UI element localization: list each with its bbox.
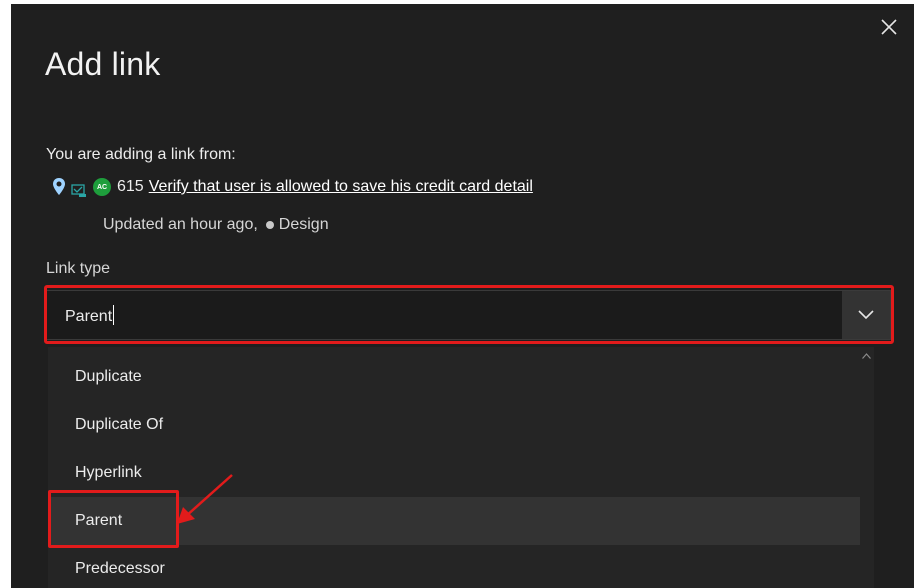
scroll-up-icon[interactable] <box>862 353 871 359</box>
state-dot-icon <box>265 221 274 229</box>
dropdown-option-duplicate[interactable]: Duplicate <box>48 353 860 401</box>
updated-text: Updated an hour ago, <box>103 216 258 233</box>
test-case-icon <box>71 184 86 197</box>
link-type-input[interactable]: Parent <box>65 305 115 326</box>
source-work-item: AC 615 Verify that user is allowed to sa… <box>51 174 533 200</box>
add-link-dialog: Add link You are adding a link from: AC … <box>11 4 914 588</box>
avatar: AC <box>93 178 111 196</box>
dropdown-scrollbar[interactable] <box>860 347 874 588</box>
close-icon <box>881 19 897 35</box>
pin-icon <box>53 178 65 195</box>
dropdown-option-parent[interactable]: Parent <box>48 497 860 545</box>
link-type-label: Link type <box>46 260 111 277</box>
dropdown-option-hyperlink[interactable]: Hyperlink <box>48 449 860 497</box>
link-type-select[interactable]: Parent <box>46 290 891 340</box>
link-type-dropdown: Duplicate Duplicate Of Hyperlink Parent … <box>48 347 874 588</box>
dialog-title: Add link <box>45 46 161 82</box>
work-item-id: 615 <box>117 178 144 195</box>
close-button[interactable] <box>878 16 900 38</box>
dropdown-option-predecessor[interactable]: Predecessor <box>48 545 860 588</box>
dropdown-option-duplicate-of[interactable]: Duplicate Of <box>48 401 860 449</box>
work-item-title-link[interactable]: Verify that user is allowed to save his … <box>149 178 533 196</box>
source-label: You are adding a link from: <box>46 146 236 163</box>
state-text: Design <box>278 216 329 233</box>
dropdown-toggle-button[interactable] <box>842 291 890 339</box>
chevron-down-icon <box>858 310 874 320</box>
work-item-meta: Updated an hour ago, Design <box>103 216 329 234</box>
